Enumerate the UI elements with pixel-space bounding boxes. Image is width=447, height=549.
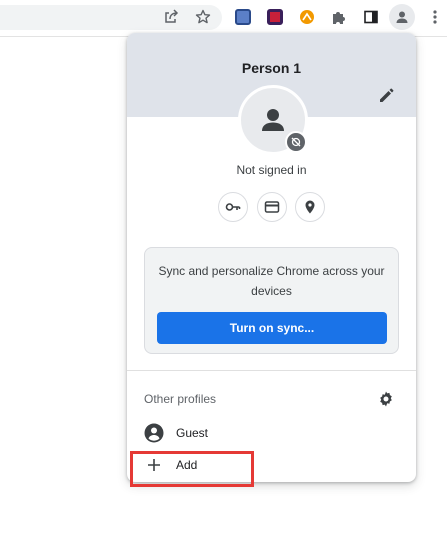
turn-on-sync-button[interactable]: Turn on sync... [157, 312, 387, 344]
highlight-annotation [130, 451, 254, 487]
side-panel-icon[interactable] [359, 5, 383, 29]
divider [127, 370, 416, 371]
extension-3-icon[interactable] [295, 5, 319, 29]
address-bar[interactable] [0, 5, 222, 30]
passwords-button[interactable] [218, 192, 248, 222]
extension-1-icon[interactable] [231, 5, 255, 29]
gear-icon[interactable] [377, 390, 395, 408]
addresses-button[interactable] [295, 192, 325, 222]
credit-card-icon [264, 201, 280, 213]
key-icon [225, 203, 241, 211]
payment-methods-button[interactable] [257, 192, 287, 222]
sync-promo-card: Sync and personalize Chrome across your … [144, 247, 399, 354]
sync-off-icon [285, 131, 307, 153]
share-icon[interactable] [159, 5, 183, 29]
profile-item-guest[interactable]: Guest [127, 418, 416, 448]
other-profiles-heading: Other profiles [144, 392, 217, 406]
guest-avatar-icon [144, 423, 164, 443]
more-vert-icon[interactable] [423, 5, 447, 29]
sign-in-status: Not signed in [236, 163, 307, 177]
star-icon[interactable] [191, 5, 215, 29]
puzzle-icon[interactable] [327, 5, 351, 29]
profile-name: Person 1 [241, 60, 302, 76]
profile-item-label: Guest [176, 426, 209, 440]
avatar-icon [262, 109, 284, 131]
profile-menu: Person 1 Not signed in Sync and personal… [127, 33, 416, 482]
profile-icon[interactable] [389, 4, 415, 30]
sync-promo-text: Sync and personalize Chrome across your … [158, 264, 385, 298]
location-icon [305, 200, 315, 214]
edit-icon[interactable] [377, 87, 395, 105]
browser-toolbar [0, 0, 447, 37]
extension-2-icon[interactable] [263, 5, 287, 29]
